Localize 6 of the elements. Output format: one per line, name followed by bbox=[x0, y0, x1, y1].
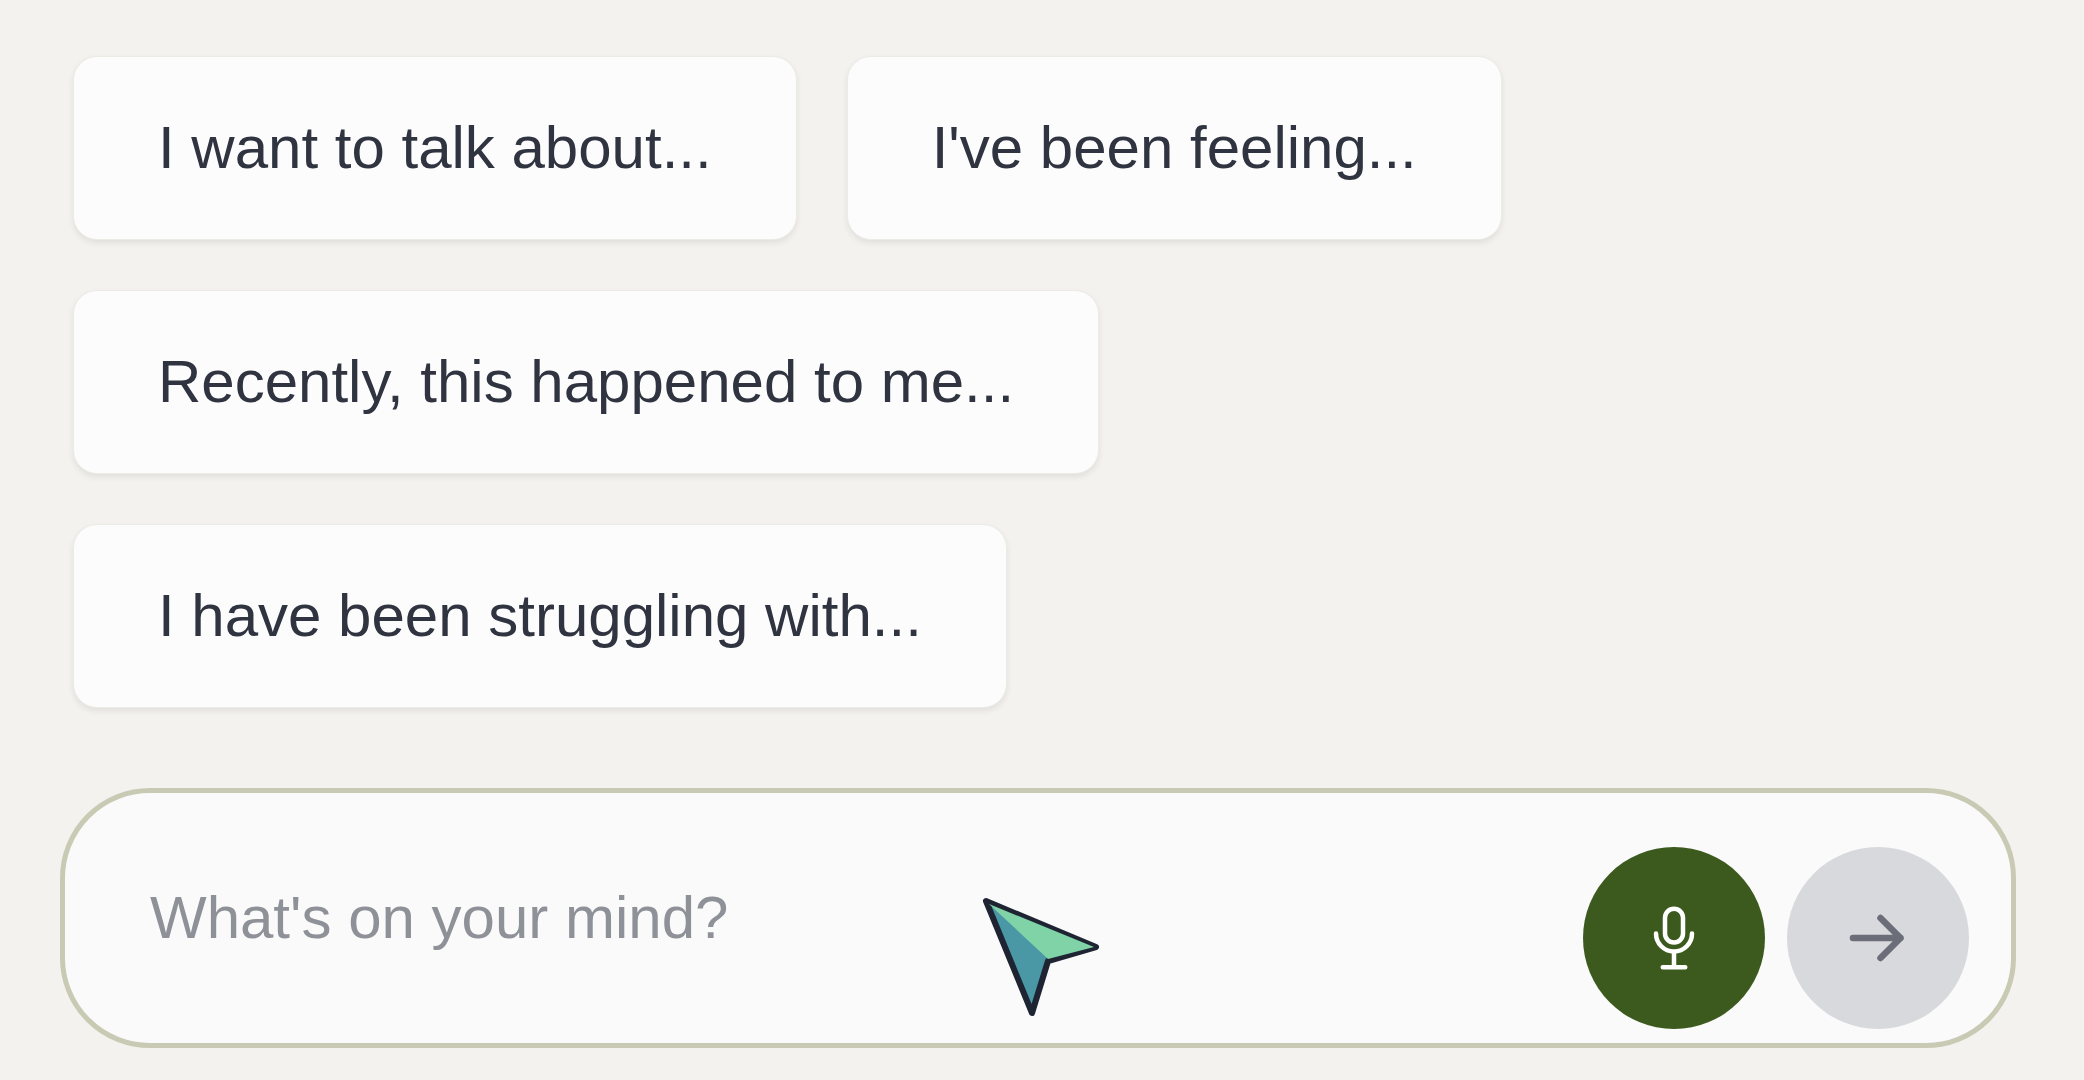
suggestion-chip[interactable]: I want to talk about... bbox=[73, 56, 797, 240]
message-input[interactable]: What's on your mind? bbox=[60, 788, 2016, 1048]
suggestion-chip[interactable]: I have been struggling with... bbox=[73, 524, 1007, 708]
text-field[interactable]: What's on your mind? bbox=[150, 873, 1583, 963]
suggestion-chip[interactable]: I've been feeling... bbox=[846, 56, 1502, 240]
suggestion-chip[interactable]: Recently, this happened to me... bbox=[73, 290, 1100, 474]
